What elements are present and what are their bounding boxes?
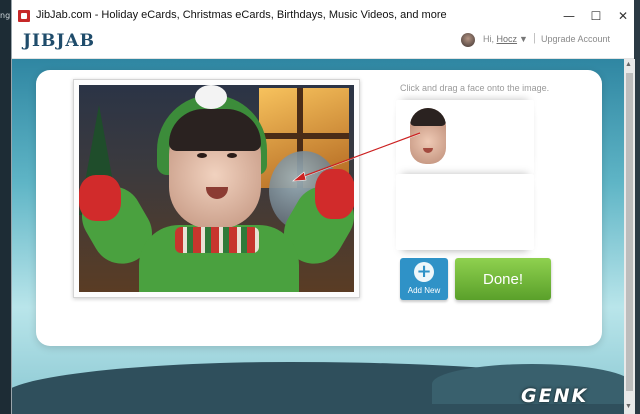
app-icon <box>18 10 30 22</box>
elf-scarf <box>175 227 259 253</box>
minimize-button[interactable]: — <box>557 8 581 24</box>
arrow-line <box>295 132 421 180</box>
drag-arrow-icon <box>292 132 421 182</box>
scrollbar-thumb[interactable] <box>626 73 633 391</box>
plus-icon: + <box>414 262 434 282</box>
arrow-highlight <box>295 133 421 181</box>
genk-watermark: GENK <box>521 385 589 407</box>
vertical-scrollbar[interactable]: ▲ ▼ <box>624 59 635 414</box>
scroll-up-icon[interactable]: ▲ <box>625 61 632 68</box>
face-eye <box>197 153 207 158</box>
title-bar: JibJab.com - Holiday eCards, Christmas e… <box>12 0 634 31</box>
placed-face[interactable] <box>169 109 261 229</box>
greeting-text: Hi, <box>483 34 494 44</box>
hat-pompom <box>195 85 227 109</box>
background-window-text: ng <box>0 11 11 20</box>
add-new-face-button[interactable]: + Add New <box>400 258 448 300</box>
arrow-head <box>292 171 307 182</box>
username-link[interactable]: Hocz <box>497 34 518 44</box>
face-editor-panel: Click and drag a face onto the image. + … <box>36 70 602 346</box>
mitten-left <box>79 175 121 221</box>
browser-window: JibJab.com - Holiday eCards, Christmas e… <box>11 0 635 414</box>
drag-instruction: Click and drag a face onto the image. <box>400 83 550 93</box>
face-eye <box>227 153 237 158</box>
add-new-label: Add New <box>407 286 441 295</box>
maximize-button[interactable]: ☐ <box>584 8 608 24</box>
background-window-strip: ng <box>0 0 11 414</box>
jibjab-logo[interactable]: JIBJAB <box>23 31 95 51</box>
chevron-down-icon[interactable]: ▼ <box>519 34 528 44</box>
done-button[interactable]: Done! <box>455 258 551 300</box>
upgrade-account-link[interactable]: Upgrade Account <box>541 34 610 44</box>
site-header: JIBJAB Hi, Hocz ▼ | Upgrade Account <box>12 31 634 59</box>
user-greeting: Hi, Hocz <box>483 34 517 44</box>
window-title: JibJab.com - Holiday eCards, Christmas e… <box>36 9 447 21</box>
close-button[interactable]: ✕ <box>611 8 635 24</box>
header-separator: | <box>533 32 536 44</box>
scroll-down-icon[interactable]: ▼ <box>625 403 632 410</box>
avatar[interactable] <box>461 33 475 47</box>
